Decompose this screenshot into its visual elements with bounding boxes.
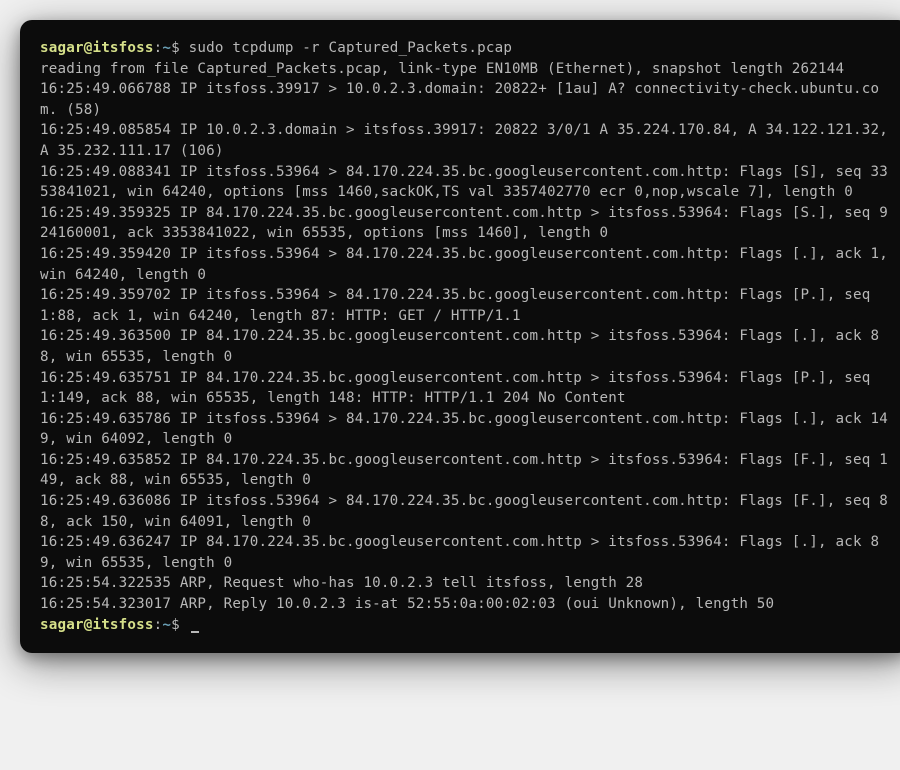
prompt-user-host: sagar@itsfoss: [40, 40, 154, 56]
cursor: [191, 616, 199, 632]
terminal-content[interactable]: sagar@itsfoss:~$ sudo tcpdump -r Capture…: [40, 38, 890, 635]
prompt-user-host-2: sagar@itsfoss: [40, 617, 154, 633]
command-text: sudo tcpdump -r Captured_Packets.pcap: [189, 40, 512, 56]
prompt-path: ~: [162, 40, 171, 56]
prompt-line-2: sagar@itsfoss:~$: [40, 617, 199, 633]
terminal-window[interactable]: sagar@itsfoss:~$ sudo tcpdump -r Capture…: [20, 20, 900, 653]
prompt-symbol-2: $: [171, 617, 180, 633]
prompt-path-2: ~: [162, 617, 171, 633]
prompt-symbol: $: [171, 40, 180, 56]
prompt-line-1: sagar@itsfoss:~$ sudo tcpdump -r Capture…: [40, 40, 512, 56]
output-block: reading from file Captured_Packets.pcap,…: [40, 61, 897, 612]
